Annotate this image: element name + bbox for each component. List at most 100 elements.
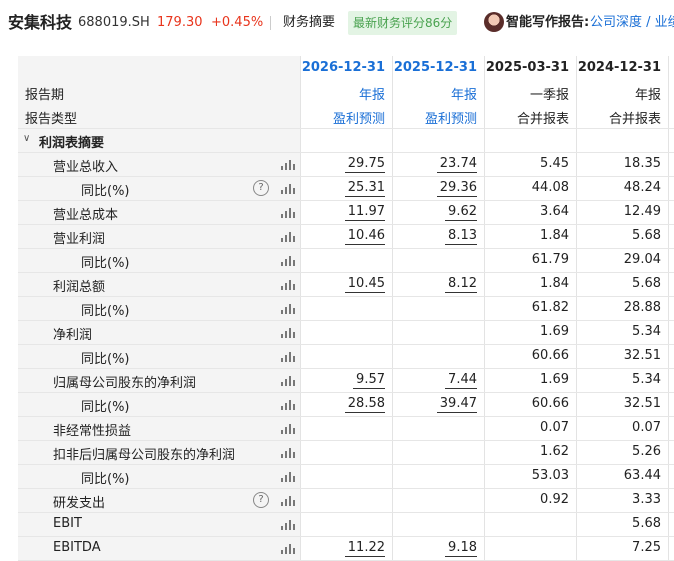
- bar-chart-icon[interactable]: [281, 519, 295, 530]
- bar-chart-icon[interactable]: [281, 255, 295, 266]
- bar-chart-icon[interactable]: [281, 303, 295, 314]
- bar-chart-icon[interactable]: [281, 543, 295, 554]
- table-row: 同比(%)? 25.31 29.36 44.08 48.24: [18, 176, 674, 200]
- question-circle-icon[interactable]: ?: [253, 492, 269, 508]
- table-row: 同比(%) 53.03 63.44: [18, 464, 674, 488]
- table-cell[interactable]: 10.45: [348, 276, 385, 291]
- type-label: 报告类型: [25, 112, 78, 127]
- forecast-underline: [445, 244, 477, 245]
- table-row: 同比(%) 60.66 32.51: [18, 344, 674, 368]
- bar-chart-icon[interactable]: [281, 159, 295, 170]
- table-row: 扣非后归属母公司股东的净利润 1.62 5.26: [18, 440, 674, 464]
- table-cell[interactable]: 23.74: [440, 156, 477, 171]
- table-cell[interactable]: 10.46: [348, 228, 385, 243]
- table-cell: 3.64: [540, 204, 569, 219]
- column-report-type: 一季报: [529, 88, 569, 103]
- table-cell: 63.44: [623, 468, 661, 483]
- table-cell: 0.07: [632, 420, 661, 435]
- income-statement-table: 报告期 报告类型 2026-12-31 年报 盈利预测 2025-12-31 年报 盈利预…: [18, 56, 674, 561]
- table-cell[interactable]: 39.47: [440, 396, 477, 411]
- table-cell[interactable]: 8.12: [448, 276, 477, 291]
- bar-chart-icon[interactable]: [281, 207, 295, 218]
- table-cell[interactable]: 11.22: [348, 540, 385, 555]
- bar-chart-icon[interactable]: [281, 399, 295, 410]
- table-cell: 32.51: [623, 396, 661, 411]
- row-label: 营业总成本: [53, 208, 119, 223]
- forecast-underline: [345, 292, 385, 293]
- financial-score-badge[interactable]: 最新财务评分86分: [348, 11, 458, 35]
- tab-financial-summary[interactable]: 财务摘要: [283, 0, 335, 46]
- question-circle-icon[interactable]: ?: [253, 180, 269, 196]
- forecast-underline: [445, 220, 477, 221]
- table-cell: 5.68: [632, 276, 661, 291]
- header-divider: [270, 16, 271, 30]
- table-cell[interactable]: 9.62: [448, 204, 477, 219]
- bar-chart-icon[interactable]: [281, 447, 295, 458]
- stock-header: 安集科技 688019.SH 179.30 +0.45% 财务摘要 最新财务评分…: [0, 0, 674, 46]
- table-cell: 7.25: [632, 540, 661, 555]
- column-date: 2026-12-31: [301, 60, 385, 75]
- row-label: 利润总额: [53, 280, 106, 295]
- forecast-underline: [437, 196, 477, 197]
- table-cell[interactable]: 29.36: [440, 180, 477, 195]
- row-label: 同比(%): [81, 352, 130, 367]
- bar-chart-icon[interactable]: [281, 351, 295, 362]
- row-label: 同比(%): [81, 400, 130, 415]
- column-report-type: 年报: [450, 88, 477, 103]
- forecast-underline: [345, 220, 385, 221]
- table-cell[interactable]: 9.18: [448, 540, 477, 555]
- table-row: 利润总额 10.45 8.12 1.84 5.68: [18, 272, 674, 296]
- forecast-underline: [345, 556, 385, 557]
- table-cell: 60.66: [531, 348, 569, 363]
- table-cell[interactable]: 9.57: [356, 372, 385, 387]
- row-label: 研发支出: [53, 496, 106, 511]
- table-cell: 1.69: [540, 324, 569, 339]
- column-date: 2025-12-31: [393, 60, 477, 75]
- row-label: 同比(%): [81, 184, 130, 199]
- column-report-subtype: 合并报表: [608, 112, 661, 127]
- table-row: 同比(%) 61.79 29.04: [18, 248, 674, 272]
- chevron-down-icon[interactable]: ∨: [23, 133, 30, 144]
- forecast-underline: [345, 244, 385, 245]
- section-title: 利润表摘要: [39, 136, 105, 151]
- bar-chart-icon[interactable]: [281, 231, 295, 242]
- forecast-underline: [345, 412, 385, 413]
- bar-chart-icon[interactable]: [281, 375, 295, 386]
- table-cell: 29.04: [623, 252, 661, 267]
- table-cell[interactable]: 7.44: [448, 372, 477, 387]
- table-cell: 0.07: [540, 420, 569, 435]
- table-cell: 48.24: [623, 180, 661, 195]
- row-label: 归属母公司股东的净利润: [53, 376, 197, 391]
- bar-chart-icon[interactable]: [281, 279, 295, 290]
- table-row: 营业利润 10.46 8.13 1.84 5.68: [18, 224, 674, 248]
- table-cell: 5.34: [632, 324, 661, 339]
- column-report-subtype: 盈利预测: [332, 112, 385, 127]
- column-date: 2025-03-31: [485, 60, 569, 75]
- table-cell: 5.34: [632, 372, 661, 387]
- table-row: EBITDA 11.22 9.18 7.25: [18, 536, 674, 560]
- forecast-underline: [345, 172, 385, 173]
- table-cell: 1.84: [540, 276, 569, 291]
- table-row: 净利润 1.69 5.34: [18, 320, 674, 344]
- table-cell: 53.03: [531, 468, 569, 483]
- stock-price: 179.30: [157, 15, 203, 30]
- section-header-income-summary[interactable]: ∨ 利润表摘要: [18, 128, 300, 152]
- table-cell[interactable]: 29.75: [348, 156, 385, 171]
- table-cell[interactable]: 25.31: [348, 180, 385, 195]
- forecast-underline: [445, 388, 477, 389]
- bar-chart-icon[interactable]: [281, 423, 295, 434]
- table-row: 归属母公司股东的净利润 9.57 7.44 1.69 5.34: [18, 368, 674, 392]
- ai-report-links[interactable]: 公司深度 / 业绩: [590, 0, 674, 46]
- period-label: 报告期: [25, 88, 65, 103]
- price-change: +0.45%: [211, 15, 264, 30]
- bar-chart-icon[interactable]: [281, 327, 295, 338]
- bar-chart-icon[interactable]: [281, 183, 295, 194]
- row-label: 营业利润: [53, 232, 106, 247]
- row-label: 扣非后归属母公司股东的净利润: [53, 448, 236, 463]
- bar-chart-icon[interactable]: [281, 495, 295, 506]
- bar-chart-icon[interactable]: [281, 471, 295, 482]
- table-cell[interactable]: 8.13: [448, 228, 477, 243]
- ai-report-label: 智能写作报告:: [506, 15, 590, 30]
- table-cell[interactable]: 28.58: [348, 396, 385, 411]
- table-cell[interactable]: 11.97: [348, 204, 385, 219]
